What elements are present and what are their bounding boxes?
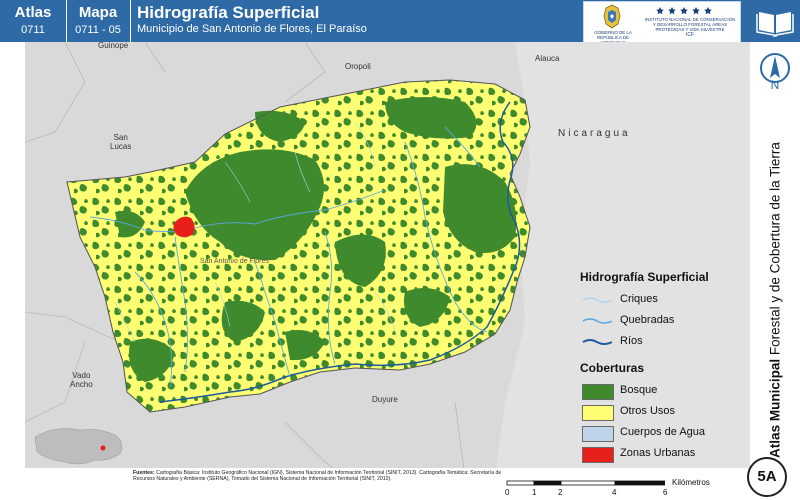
map-legend: Hidrografía Superficial Criques Quebrada… — [580, 270, 750, 465]
vertical-title-rest: Forestal y de Cobertura de la Tierra — [767, 142, 783, 359]
header-bar: Atlas 0711 Mapa 0711 - 05 Hidrografía Su… — [0, 0, 750, 45]
open-book-icon[interactable] — [750, 0, 800, 42]
scale-tick-0: 0 — [505, 488, 510, 497]
legend-label: Ríos — [620, 335, 643, 347]
vertical-atlas-title: Atlas Municipal Forestal y de Cobertura … — [768, 142, 783, 458]
scale-unit: Kilómetros — [672, 478, 710, 487]
north-arrow-icon — [760, 53, 790, 83]
logo-right-text: INSTITUTO NACIONAL DE CONSERVACIÓN Y DES… — [644, 17, 736, 32]
legend-label: Zonas Urbanas — [620, 447, 696, 459]
label-duyure: Duyure — [372, 395, 398, 404]
legend-item-zonas-urbanas: Zonas Urbanas — [580, 444, 750, 465]
mapa-code-box: Mapa 0711 - 05 — [66, 0, 131, 42]
atlas-code: 0711 — [21, 24, 45, 36]
legend-item-bosque: Bosque — [580, 381, 750, 402]
page-title: Hidrografía Superficial — [137, 3, 320, 22]
legend-swatch — [582, 405, 614, 421]
label-oropoli: Oropoli — [345, 62, 371, 71]
label-guinope: Guinope — [98, 41, 129, 50]
legend-label: Criques — [620, 293, 658, 305]
vertical-title-bold: Atlas Municipal — [767, 358, 783, 458]
sources-body: Cartografía Básica: Instituto Geográfico… — [133, 470, 502, 483]
page-subtitle: Municipio de San Antonio de Flores, El P… — [137, 23, 367, 35]
legend-swatch — [582, 384, 614, 400]
legend-hidro-title: Hidrografía Superficial — [580, 270, 709, 284]
atlas-code-box: Atlas 0711 — [0, 0, 67, 42]
legend-cob-title: Coberturas — [580, 361, 645, 375]
scale-tick-4: 4 — [612, 488, 617, 497]
legend-swatch — [582, 447, 614, 463]
map-number-badge: 5A — [747, 457, 787, 497]
scale-tick-6: 6 — [663, 488, 668, 497]
north-label: N — [770, 78, 780, 92]
sources-text: Fuentes: Cartografía Básica: Instituto G… — [133, 470, 503, 482]
label-vado-ancho: Vado Ancho — [70, 371, 93, 389]
scale-tick-1: 1 — [532, 488, 537, 497]
legend-label: Cuerpos de Agua — [620, 426, 706, 438]
scale-bar — [506, 480, 665, 486]
legend-label: Quebradas — [620, 314, 675, 326]
legend-item-otros-usos: Otros Usos — [580, 402, 750, 423]
atlas-label: Atlas — [14, 4, 52, 21]
logo-right-abbr: ICF — [685, 32, 695, 38]
legend-item-cuerpos-agua: Cuerpos de Agua — [580, 423, 750, 444]
legend-label: Bosque — [620, 384, 658, 396]
label-nicaragua: Nicaragua — [558, 128, 631, 139]
mapa-code: 0711 - 05 — [75, 24, 121, 36]
label-alauca: Alauca — [535, 54, 560, 63]
scale-tick-2: 2 — [558, 488, 563, 497]
label-municipio: San Antonio de Flores — [200, 258, 269, 265]
logos-panel: GOBIERNO DE LA REPÚBLICA DE HONDURAS INS… — [583, 1, 741, 45]
legend-item-criques: Criques — [580, 290, 750, 311]
sources-label: Fuentes: — [133, 470, 155, 476]
legend-swatch — [582, 426, 614, 442]
legend-item-rios: Ríos — [580, 332, 750, 353]
legend-item-quebradas: Quebradas — [580, 311, 750, 332]
mapa-label: Mapa — [78, 4, 118, 21]
label-san-lucas: San Lucas — [110, 133, 132, 151]
legend-label: Otros Usos — [620, 405, 676, 417]
